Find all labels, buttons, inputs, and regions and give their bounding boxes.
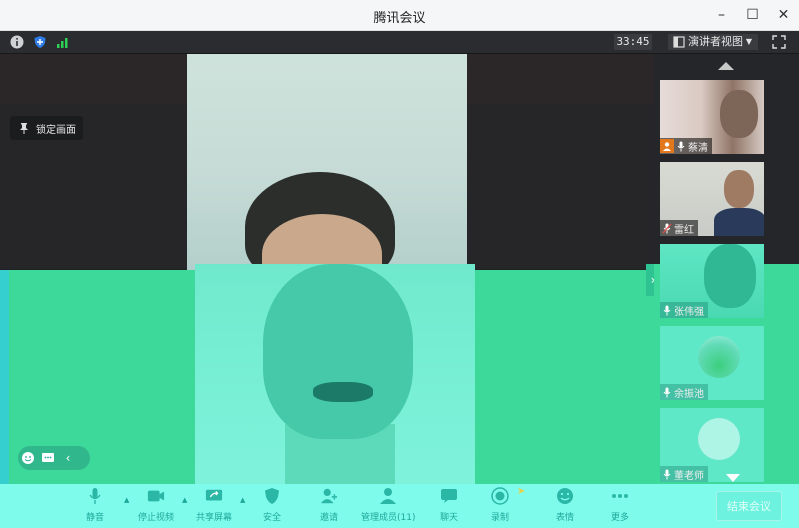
view-mode-select[interactable]: 演讲者视图 ▼ (668, 34, 758, 50)
chevron-up-icon[interactable]: ▲ (124, 496, 129, 504)
participant-name: 余振池 (674, 388, 704, 400)
chat-button[interactable]: 聊天 (440, 487, 458, 527)
minimize-button[interactable]: – (706, 0, 737, 30)
meeting-toolbar: 静音 ▲ 停止视频 ▲ 共享屏幕 ▲ 安全 邀请 管理成员(11) 聊天 录制 … (0, 484, 799, 528)
meeting-timer: 33:45 (614, 34, 652, 50)
manage-members-button[interactable]: 管理成员(11) (361, 487, 415, 527)
chevron-left-icon[interactable]: ‹ (58, 451, 78, 465)
microphone-icon (660, 303, 674, 317)
lock-view-button[interactable]: 锁定画面 (10, 116, 83, 140)
chat-bubble-icon (440, 487, 458, 505)
host-badge-icon (660, 139, 674, 153)
mute-button[interactable]: 静音 (86, 487, 104, 527)
microphone-muted-icon (660, 221, 674, 235)
window-title: 腾讯会议 (373, 11, 426, 26)
microphone-icon (674, 139, 688, 153)
chevron-up-icon[interactable]: ▲ (240, 496, 245, 504)
security-button[interactable]: 安全 (263, 487, 281, 527)
scroll-down-arrow-icon[interactable] (726, 474, 740, 482)
avatar (698, 336, 740, 378)
title-bar: 腾讯会议 – ☐ ✕ (0, 0, 799, 31)
close-button[interactable]: ✕ (768, 0, 799, 30)
participant-tile[interactable]: 张伟强 (660, 244, 764, 318)
shield-icon (263, 487, 281, 505)
maximize-button[interactable]: ☐ (737, 0, 768, 30)
signal-strength-icon[interactable] (56, 35, 70, 49)
scroll-up-arrow-icon[interactable] (718, 62, 734, 70)
chevron-down-icon: ▼ (745, 37, 752, 46)
participant-name: 董老师 (674, 470, 704, 482)
microphone-icon (660, 467, 674, 481)
participant-tile[interactable]: 余振池 (660, 326, 764, 400)
participant-tile[interactable]: 董老师 (660, 408, 764, 482)
stop-video-button[interactable]: 停止视频 (138, 487, 174, 527)
participant-name: 雷红 (674, 224, 694, 236)
chevron-up-icon[interactable]: ▲ (182, 496, 187, 504)
camera-icon (147, 487, 165, 505)
chat-bubble-icon[interactable] (38, 451, 58, 465)
emoji-icon (556, 487, 574, 505)
meeting-info-bar: 33:45 演讲者视图 ▼ (0, 31, 799, 54)
fullscreen-icon[interactable] (772, 35, 786, 49)
layout-icon (673, 36, 685, 48)
share-screen-button[interactable]: 共享屏幕 (196, 487, 232, 527)
share-screen-icon (205, 487, 223, 505)
reactions-button[interactable]: 表情 (556, 487, 574, 527)
view-mode-label: 演讲者视图 (688, 35, 743, 48)
avatar (698, 418, 740, 460)
participant-name: 张伟强 (674, 306, 704, 318)
invite-button[interactable]: 邀请 (320, 487, 338, 527)
lock-view-label: 锁定画面 (36, 124, 76, 136)
pin-icon (20, 123, 28, 134)
microphone-icon (660, 385, 674, 399)
members-icon (379, 487, 397, 505)
microphone-icon (86, 487, 104, 505)
record-button[interactable]: 录制 (491, 487, 509, 527)
add-user-icon (320, 487, 338, 505)
info-icon[interactable] (10, 35, 24, 49)
participant-name: 蔡清 (688, 142, 708, 154)
more-dots-icon (611, 487, 629, 505)
participant-tile[interactable]: 蔡清 (660, 80, 764, 154)
speaker-video-frame (195, 264, 475, 484)
shield-icon[interactable] (33, 35, 47, 49)
participant-tile[interactable]: 雷红 (660, 162, 764, 236)
speaker-video-stage: 锁定画面 ‹ (0, 54, 654, 484)
emoji-icon[interactable] (18, 451, 38, 465)
participant-video-list: 蔡清 雷红 张伟强 余振池 董老师 (654, 54, 799, 484)
record-icon (491, 487, 509, 505)
speaker-video-frame-top (187, 54, 467, 294)
more-button[interactable]: 更多 (611, 487, 629, 527)
end-meeting-button[interactable]: 结束会议 (716, 491, 782, 521)
quick-actions-pill: ‹ (18, 446, 90, 470)
mouse-pointer-icon: ➤ (517, 486, 526, 497)
window-controls: – ☐ ✕ (706, 0, 799, 30)
